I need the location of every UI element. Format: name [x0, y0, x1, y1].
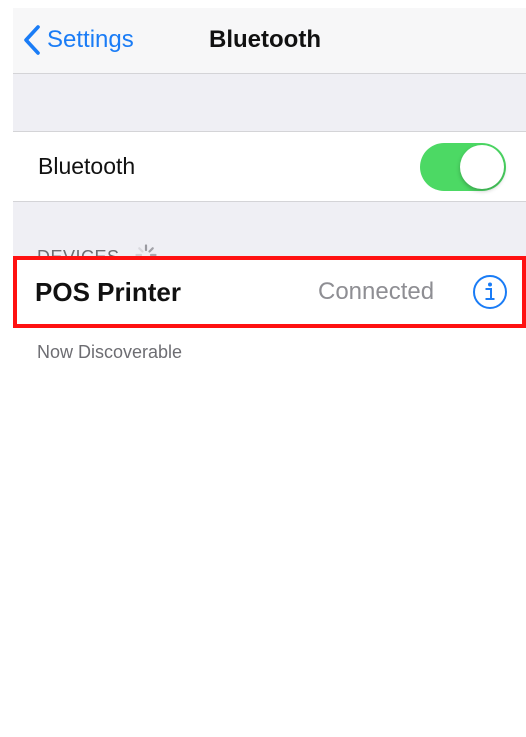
lower-area: Now Discoverable — [13, 328, 526, 737]
device-name: POS Printer — [35, 276, 181, 307]
bluetooth-switch[interactable] — [420, 143, 506, 191]
device-status: Connected — [318, 278, 435, 305]
back-button-label: Settings — [47, 26, 134, 53]
bluetooth-toggle-row: Bluetooth — [13, 131, 526, 202]
discoverable-status: Now Discoverable — [37, 341, 183, 362]
back-button[interactable]: Settings — [23, 23, 134, 57]
navigation-bar: Settings Bluetooth — [13, 8, 526, 74]
chevron-left-icon — [23, 25, 41, 55]
bluetooth-toggle-label: Bluetooth — [38, 153, 136, 179]
device-row-pos-printer[interactable]: POS Printer Connected — [13, 256, 526, 328]
section-spacer — [13, 74, 526, 131]
info-icon[interactable] — [472, 274, 508, 310]
bluetooth-settings-screen: Settings Bluetooth Bluetooth DEVICES — [0, 0, 526, 737]
page-title: Bluetooth — [209, 26, 321, 53]
switch-knob — [460, 145, 504, 189]
